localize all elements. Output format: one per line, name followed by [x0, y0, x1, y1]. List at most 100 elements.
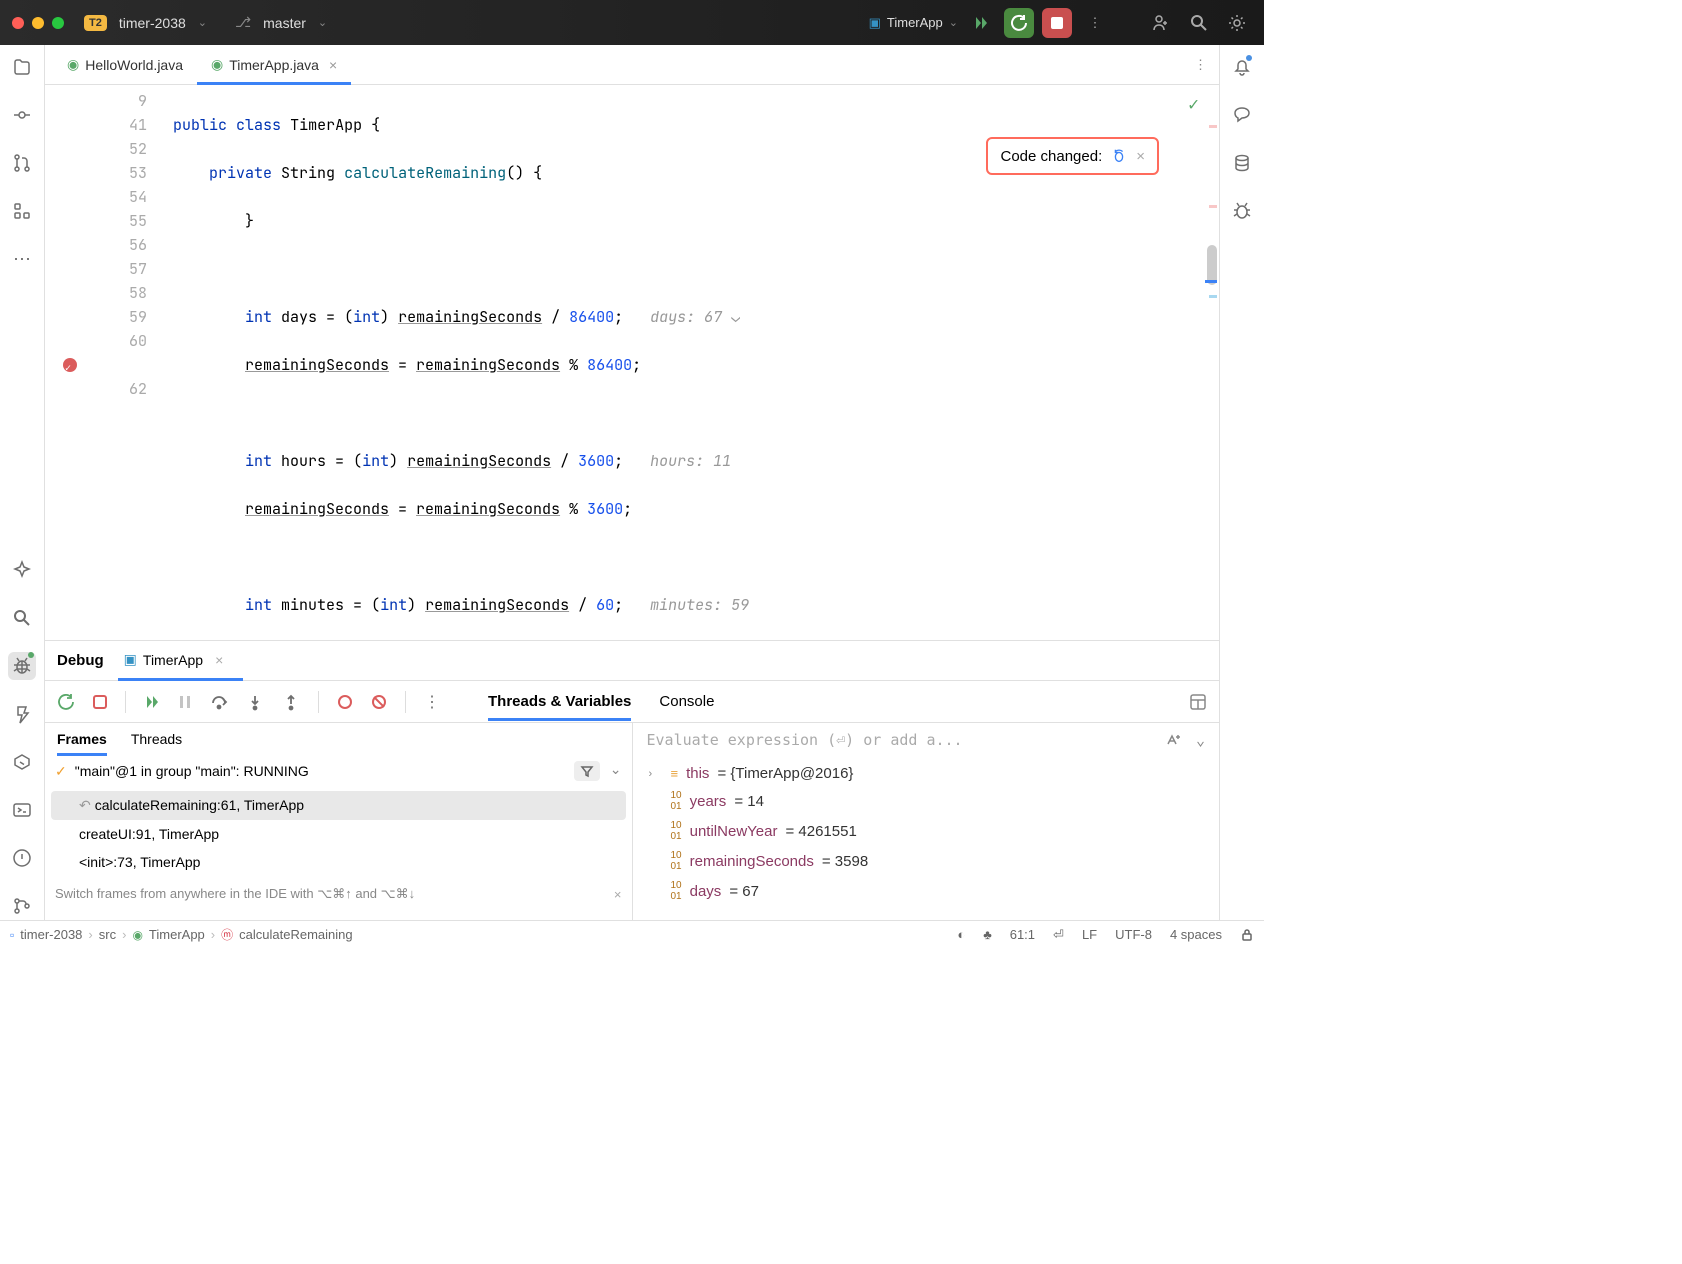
find-tool-icon[interactable] — [8, 604, 36, 632]
breadcrumb-item[interactable]: timer-2038 — [20, 927, 82, 942]
line-separator[interactable]: LF — [1082, 927, 1097, 942]
notifications-icon[interactable] — [1228, 53, 1256, 81]
thread-selector[interactable]: ✓ "main"@1 in group "main": RUNNING ⌄ — [45, 755, 632, 787]
tab-timerapp[interactable]: ◉ TimerApp.java × — [197, 45, 351, 84]
add-watch-icon[interactable] — [1164, 731, 1182, 749]
step-out-icon[interactable] — [282, 693, 300, 711]
close-hint-icon[interactable]: × — [614, 887, 622, 902]
expand-icon[interactable]: › — [649, 768, 663, 780]
inspection-status-icon[interactable]: ✓ — [1188, 93, 1199, 116]
close-tab-icon[interactable]: × — [329, 57, 337, 73]
breadcrumb-item[interactable]: TimerApp — [149, 927, 205, 942]
frames-tab[interactable]: Frames — [57, 725, 107, 753]
stop-icon[interactable] — [93, 695, 107, 709]
build-tool-icon[interactable] — [8, 700, 36, 728]
code-with-me-icon[interactable] — [1146, 8, 1176, 38]
indexing-icon[interactable]: ♣ — [983, 927, 992, 942]
project-badge: T2 — [84, 15, 107, 31]
terminal-tool-icon[interactable] — [8, 796, 36, 824]
thread-label: "main"@1 in group "main": RUNNING — [75, 763, 309, 779]
close-window-button[interactable] — [12, 17, 24, 29]
resume-icon[interactable] — [144, 694, 160, 710]
run-button[interactable] — [966, 8, 996, 38]
eval-input[interactable]: Evaluate expression (⏎) or add a... — [647, 731, 963, 749]
frames-dropdown-icon[interactable]: ⌄ — [610, 761, 622, 781]
ai-assistant-icon[interactable] — [8, 556, 36, 584]
tab-helloworld[interactable]: ◉ HelloWorld.java — [53, 45, 197, 84]
titlebar: T2 timer-2038 ⌄ ⎇ master ⌄ ▣ TimerApp ⌄ … — [0, 0, 1264, 45]
reload-debug-icon[interactable] — [1110, 147, 1128, 165]
step-over-icon[interactable] — [210, 693, 228, 711]
breakpoint-line[interactable] — [45, 353, 147, 377]
project-tool-icon[interactable] — [8, 53, 36, 81]
file-encoding[interactable]: UTF-8 — [1115, 927, 1152, 942]
branch-name[interactable]: master — [263, 15, 306, 31]
caret-position[interactable]: 61:1 — [1010, 927, 1035, 942]
debug-tool-icon[interactable] — [8, 652, 36, 680]
console-tab[interactable]: Console — [659, 683, 714, 720]
breadcrumb-item[interactable]: calculateRemaining — [239, 927, 352, 942]
debug-title: Debug — [57, 652, 104, 669]
variable-row[interactable]: 1001 days = 67 — [643, 876, 1210, 906]
settings-icon[interactable] — [1222, 8, 1252, 38]
variable-row[interactable]: › ≡ this = {TimerApp@2016} — [643, 761, 1210, 786]
variable-row[interactable]: 1001 years = 14 — [643, 786, 1210, 816]
editor-gutter[interactable]: 9 41 52 53 54 55 56 57 58 59 60 62 — [45, 85, 165, 640]
debug-toolbar: ⋮ Threads & Variables Console — [45, 681, 1219, 723]
method-icon: ⓜ — [221, 926, 233, 943]
services-tool-icon[interactable] — [8, 748, 36, 776]
minimize-window-button[interactable] — [32, 17, 44, 29]
variable-row[interactable]: 1001 remainingSeconds = 3598 — [643, 846, 1210, 876]
project-dropdown-icon[interactable]: ⌄ — [198, 16, 207, 29]
stack-frame[interactable]: ↶calculateRemaining:61, TimerApp — [51, 791, 626, 820]
breadcrumb-item[interactable]: src — [99, 927, 116, 942]
structure-tool-icon[interactable] — [8, 197, 36, 225]
tab-label: HelloWorld.java — [85, 57, 183, 73]
vcs-tool-icon[interactable] — [8, 892, 36, 920]
layout-settings-icon[interactable] — [1189, 693, 1207, 711]
pull-requests-icon[interactable] — [8, 149, 36, 177]
more-actions-button[interactable]: ⋮ — [1080, 8, 1110, 38]
more-tools-icon[interactable]: ⋯ — [8, 245, 36, 273]
run-configuration[interactable]: ▣ TimerApp ⌄ — [869, 15, 958, 31]
threads-variables-tab[interactable]: Threads & Variables — [488, 683, 631, 720]
pause-icon[interactable] — [178, 695, 192, 709]
stop-button[interactable] — [1042, 8, 1072, 38]
search-everywhere-icon[interactable] — [1184, 8, 1214, 38]
ai-chat-icon[interactable] — [1228, 101, 1256, 129]
stack-frame[interactable]: createUI:91, TimerApp — [51, 820, 626, 848]
database-tool-icon[interactable] — [1228, 149, 1256, 177]
drop-frame-icon[interactable]: ↶ — [79, 797, 91, 813]
stack-frame[interactable]: <init>:73, TimerApp — [51, 848, 626, 876]
java-file-icon: ◉ — [67, 56, 79, 73]
readonly-lock-icon[interactable] — [1240, 928, 1254, 942]
rerun-icon[interactable] — [57, 693, 75, 711]
close-notification-icon[interactable]: × — [1136, 148, 1145, 165]
debug-config-tab[interactable]: ▣ TimerApp × — [124, 651, 224, 670]
debug-more-icon[interactable]: ⋮ — [424, 692, 440, 712]
threads-tab[interactable]: Threads — [131, 725, 182, 753]
eval-dropdown-icon[interactable]: ⌄ — [1196, 731, 1205, 749]
project-name[interactable]: timer-2038 — [119, 15, 186, 31]
step-into-icon[interactable] — [246, 693, 264, 711]
power-save-icon[interactable]: ◐ — [957, 927, 965, 942]
debug-rerun-button[interactable] — [1004, 8, 1034, 38]
view-breakpoints-icon[interactable] — [337, 694, 353, 710]
branch-dropdown-icon[interactable]: ⌄ — [318, 16, 327, 29]
problems-tool-icon[interactable] — [8, 844, 36, 872]
debug-config-label: TimerApp — [143, 652, 203, 668]
filter-frames-icon[interactable] — [574, 761, 600, 781]
newline-icon[interactable]: ⏎ — [1053, 927, 1064, 943]
commit-tool-icon[interactable] — [8, 101, 36, 129]
close-config-icon[interactable]: × — [215, 652, 223, 668]
mute-breakpoints-icon[interactable] — [371, 694, 387, 710]
debug-bug-icon[interactable] — [1228, 197, 1256, 225]
line-number: 53 — [45, 161, 147, 185]
code-editor[interactable]: 9 41 52 53 54 55 56 57 58 59 60 62 publi… — [45, 85, 1219, 640]
variable-row[interactable]: 1001 untilNewYear = 4261551 — [643, 816, 1210, 846]
tab-options-icon[interactable]: ⋮ — [1182, 45, 1219, 84]
line-number: 58 — [45, 281, 147, 305]
editor-scrollbar[interactable] — [1207, 85, 1217, 640]
indent-settings[interactable]: 4 spaces — [1170, 927, 1222, 942]
maximize-window-button[interactable] — [52, 17, 64, 29]
